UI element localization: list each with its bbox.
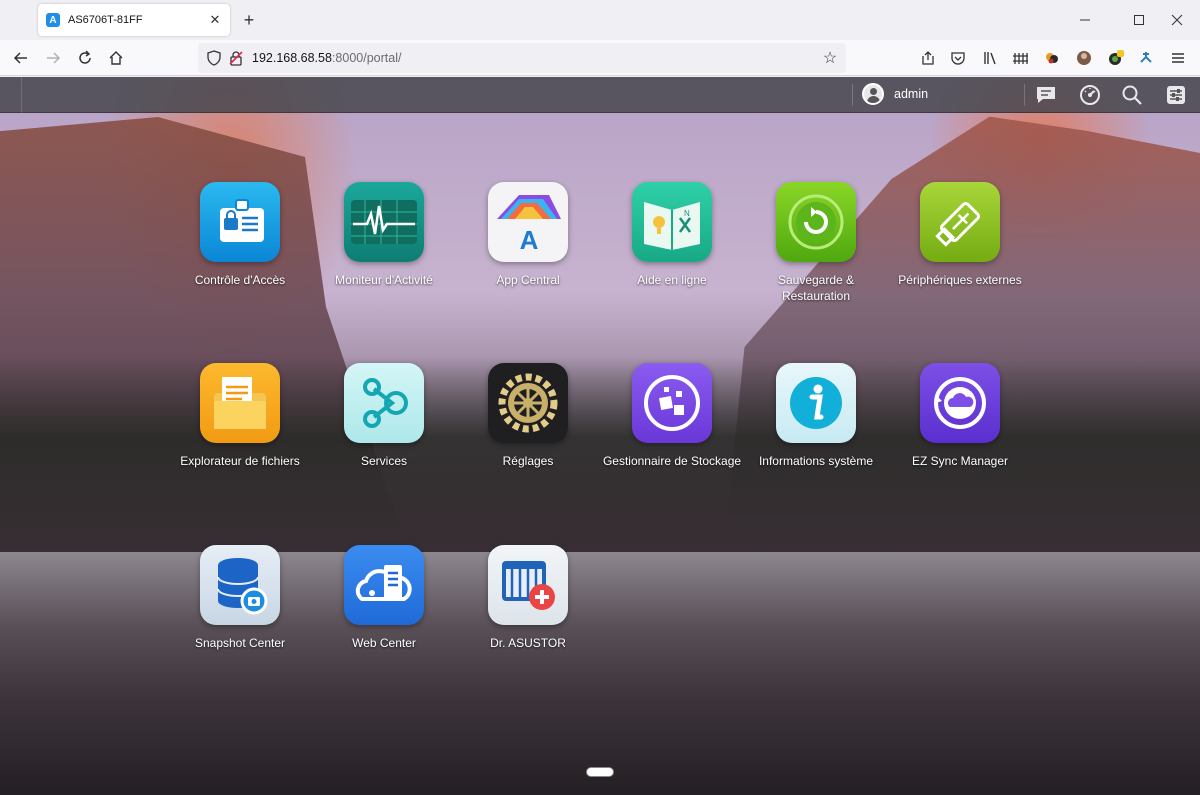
info-icon [776,363,856,443]
app-services[interactable]: Services [312,363,456,523]
usb-device-icon [920,182,1000,262]
url-path: :8000/portal/ [331,51,402,65]
app-label: Contrôle d'Accès [194,273,286,287]
page-indicator[interactable] [586,767,614,777]
user-avatar-icon[interactable] [862,83,884,105]
app-snapshot-center[interactable]: Snapshot Center [168,545,312,705]
folder-icon [200,363,280,443]
extension-avatar-icon[interactable] [1074,48,1094,68]
user-name[interactable]: admin [894,87,928,101]
app-label: EZ Sync Manager [911,454,1009,468]
app-file-explorer[interactable]: Explorateur de fichiers [168,363,312,523]
control-panel-icon[interactable] [1164,83,1188,107]
close-tab-icon[interactable]: ✕ [206,11,224,29]
taskbar-handle[interactable] [0,77,22,113]
back-arrow-icon[interactable] [8,45,34,71]
app-label: Dr. ASUSTOR [490,636,566,650]
tab-title: AS6706T-81FF [68,14,143,26]
app-online-help[interactable]: N Aide en ligne [600,182,744,342]
app-storage-manager[interactable]: Gestionnaire de Stockage [600,363,744,523]
home-icon[interactable] [103,45,129,71]
app-label: Snapshot Center [194,636,286,650]
browser-tab[interactable]: A AS6706T-81FF ✕ [38,4,230,36]
hamburger-menu-icon[interactable] [1168,48,1188,68]
app-central-icon: A [488,182,568,262]
app-backup-restore[interactable]: Sauvegarde & Restauration [744,182,888,342]
app-label: Réglages [502,454,554,468]
app-dr-asustor[interactable]: Dr. ASUSTOR [456,545,600,705]
url-host: 192.168.68.58 [252,51,332,65]
app-web-center[interactable]: Web Center [312,545,456,705]
forward-arrow-icon[interactable] [40,45,66,71]
portal-desktop: admin Contrôle d'Accès Moniteur d'Activi… [0,77,1200,795]
dr-asustor-icon [488,545,568,625]
library-icon[interactable] [980,48,1000,68]
browser-nav-bar: 192.168.68.58:8000/portal/ ☆ [0,40,1200,76]
backup-restore-icon [776,182,856,262]
app-label: Explorateur de fichiers [180,454,300,468]
extension-colorful-icon[interactable] [1042,48,1062,68]
id-card-icon [200,182,280,262]
app-ez-sync-manager[interactable]: EZ Sync Manager [888,363,1032,523]
app-label: Moniteur d'Activité [335,273,433,287]
app-label: Aide en ligne [637,273,707,287]
top-bar-divider [852,84,853,106]
close-window-icon[interactable] [1154,0,1200,40]
extension-puzzle-icon[interactable] [1136,48,1156,68]
url-bar[interactable]: 192.168.68.58:8000/portal/ ☆ [198,43,846,73]
app-label: Web Center [352,636,416,650]
new-tab-button[interactable]: + [238,10,260,30]
svg-text:N: N [684,209,690,218]
app-label: Services [360,454,407,468]
heartbeat-monitor-icon [344,182,424,262]
web-center-icon [344,545,424,625]
activity-dashboard-icon[interactable] [1078,83,1102,107]
app-label: App Central [496,273,560,287]
reload-icon[interactable] [72,45,98,71]
settings-gear-icon [488,363,568,443]
help-book-icon: N [632,182,712,262]
snapshot-database-icon [200,545,280,625]
extension-badge-icon[interactable] [1106,48,1126,68]
search-icon[interactable] [1120,83,1144,107]
ez-sync-cloud-icon [920,363,1000,443]
storage-manager-icon [632,363,712,443]
app-access-control[interactable]: Contrôle d'Accès [168,182,312,342]
tracking-shield-icon[interactable] [206,50,222,66]
app-activity-monitor[interactable]: Moniteur d'Activité [312,182,456,342]
browser-tab-bar: A AS6706T-81FF ✕ + [0,0,1200,40]
pocket-icon[interactable] [948,48,968,68]
app-settings[interactable]: Réglages [456,363,600,523]
portal-top-bar: admin [0,77,1200,113]
minimize-icon[interactable] [1062,0,1108,40]
asustor-favicon-icon: A [46,13,60,27]
app-system-information[interactable]: Informations système [744,363,888,523]
message-icon[interactable] [1034,83,1058,107]
insecure-lock-icon[interactable] [228,50,244,66]
app-label: Gestionnaire de Stockage [602,454,742,468]
top-bar-divider [1024,84,1025,106]
services-network-icon [344,363,424,443]
save-to-pocket-upload-icon[interactable] [918,48,938,68]
svg-text:A: A [520,225,539,255]
url-text[interactable]: 192.168.68.58:8000/portal/ [252,51,401,65]
extension-fence-icon[interactable] [1010,48,1030,68]
app-label: Informations système [758,454,874,468]
app-label: Périphériques externes [898,273,1022,287]
app-app-central[interactable]: A App Central [456,182,600,342]
app-label: Sauvegarde & Restauration [777,273,855,303]
bookmark-star-icon[interactable]: ☆ [820,48,840,68]
app-external-devices[interactable]: Périphériques externes [888,182,1032,342]
